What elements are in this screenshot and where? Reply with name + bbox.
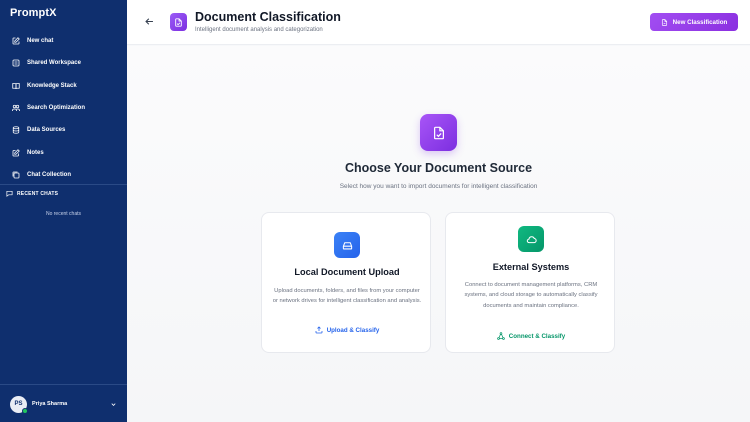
new-classification-button[interactable]: New Classification bbox=[650, 13, 738, 31]
sidebar-item-notes[interactable]: Notes bbox=[0, 141, 127, 163]
card-title: Local Document Upload bbox=[294, 267, 400, 277]
sidebar-item-data-sources[interactable]: Data Sources bbox=[0, 119, 127, 141]
chevron-down-icon bbox=[111, 402, 116, 406]
sidebar-item-search-optimization[interactable]: Search Optimization bbox=[0, 97, 127, 119]
connect-classify-label: Connect & Classify bbox=[508, 332, 566, 340]
sidebar-item-label: Search Optimization bbox=[27, 105, 86, 112]
hard-drive-icon bbox=[334, 232, 360, 258]
upload-classify-label: Upload & Classify bbox=[326, 326, 380, 334]
pencil-square-icon bbox=[12, 148, 20, 157]
hero-document-icon bbox=[420, 114, 457, 151]
sidebar-divider bbox=[0, 184, 127, 185]
page-header: Document Classification Intelligent docu… bbox=[127, 0, 750, 45]
document-check-icon bbox=[175, 17, 182, 27]
sidebar-item-label: Shared Workspace bbox=[27, 60, 81, 67]
connect-classify-link[interactable]: Connect & Classify bbox=[446, 332, 616, 340]
sidebar-item-label: Data Sources bbox=[27, 127, 66, 134]
sidebar-item-new-chat[interactable]: New chat bbox=[0, 30, 127, 52]
avatar: PS bbox=[10, 395, 28, 414]
sidebar-divider bbox=[0, 384, 127, 385]
recent-chats-heading: RECENT CHATS bbox=[6, 190, 58, 197]
local-upload-card[interactable]: Local Document Upload Upload documents, … bbox=[261, 212, 431, 353]
main-content: Choose Your Document Source Select how y… bbox=[127, 46, 750, 422]
sidebar-item-label: Chat Collection bbox=[27, 171, 72, 178]
page-subtitle: Intelligent document analysis and catego… bbox=[195, 27, 323, 33]
app-logo[interactable]: PromptX bbox=[10, 7, 57, 19]
sidebar-item-knowledge-stack[interactable]: Knowledge Stack bbox=[0, 75, 127, 97]
document-check-icon bbox=[433, 126, 444, 139]
page-title: Document Classification bbox=[195, 10, 341, 24]
users-icon bbox=[12, 104, 20, 112]
database-icon bbox=[12, 126, 20, 134]
cloud-icon bbox=[518, 226, 544, 252]
chat-bubble-icon bbox=[6, 190, 13, 197]
recent-chats-empty: No recent chats bbox=[45, 211, 82, 217]
upload-icon bbox=[315, 326, 323, 334]
sidebar-item-label: Knowledge Stack bbox=[27, 82, 77, 89]
edit-icon bbox=[12, 37, 20, 45]
card-title: External Systems bbox=[492, 262, 570, 272]
sidebar: PromptX New chat Shared Workspace Knowle… bbox=[0, 0, 127, 422]
chat-collection-icon bbox=[12, 171, 20, 179]
book-icon bbox=[12, 82, 20, 89]
recent-chats-label: RECENT CHATS bbox=[17, 190, 59, 197]
sidebar-item-label: Notes bbox=[27, 149, 44, 156]
user-menu[interactable]: PS Priya Sharma bbox=[0, 394, 127, 414]
sidebar-item-shared-workspace[interactable]: Shared Workspace bbox=[0, 52, 127, 74]
back-arrow-icon[interactable] bbox=[144, 16, 155, 27]
sidebar-item-label: New chat bbox=[27, 38, 54, 45]
new-classification-label: New Classification bbox=[672, 18, 728, 26]
upload-classify-link[interactable]: Upload & Classify bbox=[262, 326, 432, 334]
header-document-icon bbox=[170, 13, 187, 31]
card-description: Connect to document management platforms… bbox=[464, 282, 598, 309]
sidebar-item-chat-collection[interactable]: Chat Collection bbox=[0, 164, 127, 186]
external-systems-card[interactable]: External Systems Connect to document man… bbox=[445, 212, 615, 353]
card-description: Upload documents, folders, and files fro… bbox=[272, 288, 422, 305]
online-status-dot bbox=[22, 407, 28, 414]
avatar-initials: PS bbox=[14, 401, 23, 407]
user-name: Priya Sharma bbox=[32, 401, 68, 407]
network-icon bbox=[497, 332, 505, 340]
sidebar-nav: New chat Shared Workspace Knowledge Stac… bbox=[0, 30, 127, 186]
source-selection-title: Choose Your Document Source bbox=[344, 161, 533, 175]
source-selection-subtitle: Select how you want to import documents … bbox=[339, 183, 538, 190]
share-icon bbox=[12, 60, 20, 67]
document-plus-icon bbox=[661, 18, 667, 26]
